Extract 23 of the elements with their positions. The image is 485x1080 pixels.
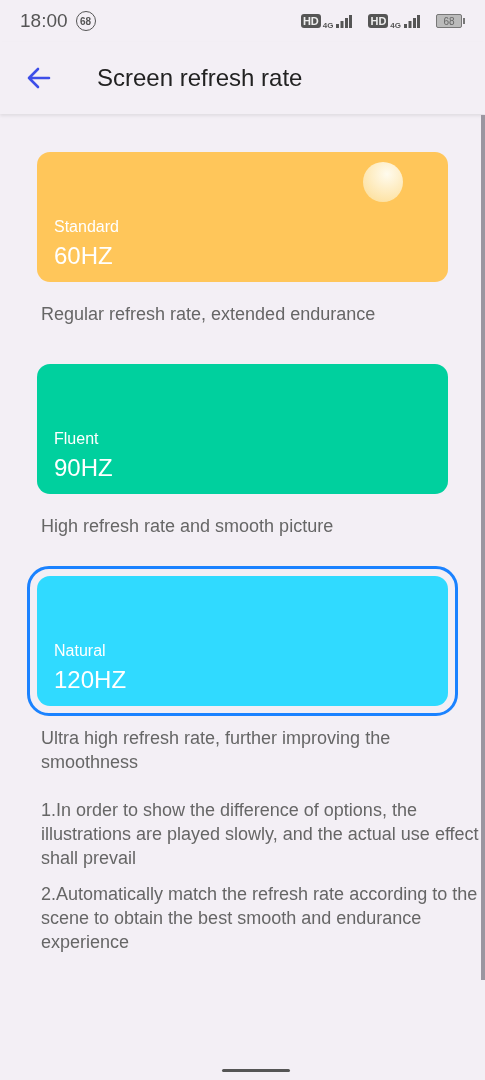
refresh-rate-card[interactable]: Standard 60HZ [37,152,448,282]
clock-time: 18:00 [20,10,68,32]
network-type: 4G [322,20,334,30]
refresh-rate-card[interactable]: Fluent 90HZ [37,364,448,494]
battery-level: 68 [436,14,462,28]
rate-value: 120HZ [54,666,127,694]
network-type: 4G [390,20,401,30]
mode-label: Natural [54,642,106,660]
hd-indicator: HD [300,14,321,28]
option-description: Regular refresh rate, extended endurance [41,303,377,326]
mode-label: Fluent [54,430,99,448]
rate-value: 90HZ [54,454,113,482]
hd-indicator: HD [368,14,389,28]
signal-icon [336,14,353,28]
refresh-rate-card[interactable]: Natural 120HZ [37,576,448,706]
note-text: 2.Automatically match the refresh rate according to the scene to obtain the best smooth and endurance experience [41,883,479,954]
option-description: Ultra high refresh rate, further improving the smoothness [41,727,392,774]
signal-icon [404,14,420,28]
page-title: Screen refresh rate [97,64,303,92]
option-description: High refresh rate and smooth picture [41,515,335,538]
note-text: 1.In order to show the difference of options, the illustrations are played slowly, and the actual use effect shall prevail [41,799,480,870]
rate-value: 60HZ [54,242,113,270]
mode-label: Standard [54,218,119,236]
